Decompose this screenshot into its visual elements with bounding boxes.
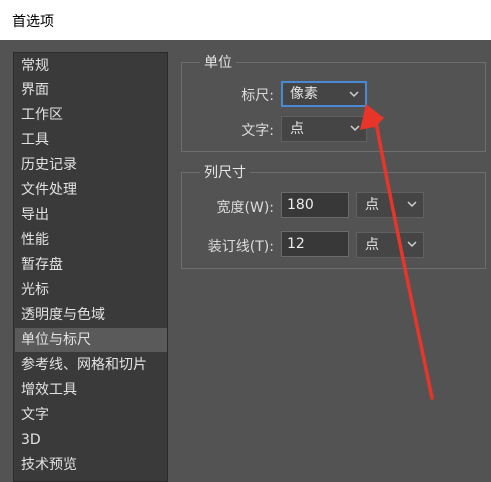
annotation-arrow [360, 104, 434, 400]
